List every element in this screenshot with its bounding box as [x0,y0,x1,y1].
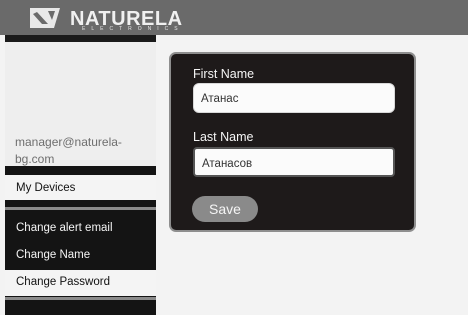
sidebar-item-change-name[interactable]: Change Name [5,243,156,269]
save-button[interactable]: Save [192,196,258,222]
sidebar-item-change-alert-email[interactable]: Change alert email [5,216,156,242]
sidebar-divider [5,297,156,300]
last-name-label: Last Name [193,130,254,144]
last-name-input[interactable] [202,156,387,172]
app-header: NATURELA ELECTRONICS [0,0,468,35]
sidebar: manager@naturela-bg.com My Devices Chang… [5,35,156,315]
account-email: manager@naturela-bg.com [15,135,122,166]
sidebar-item-label: Change alert email [16,222,113,234]
brand-subtitle: ELECTRONICS [82,26,184,32]
naturela-logo[interactable]: NATURELA ELECTRONICS [16,4,182,32]
first-name-label: First Name [193,67,255,81]
sidebar-divider [5,207,156,210]
account-email-box: manager@naturela-bg.com [5,42,156,166]
change-name-form: First Name Last Name Save [169,52,416,232]
first-name-input[interactable] [201,91,386,107]
sidebar-item-change-password[interactable]: Change Password [5,270,156,296]
sidebar-item-label: Change Name [16,249,91,261]
naturela-logo-icon [30,8,60,28]
last-name-field[interactable] [193,147,395,177]
sidebar-item-my-devices[interactable]: My Devices [5,175,156,200]
first-name-field[interactable] [193,83,395,113]
sidebar-item-label: My Devices [16,182,76,194]
sidebar-divider [5,35,156,42]
sidebar-item-label: Change Password [16,276,110,288]
